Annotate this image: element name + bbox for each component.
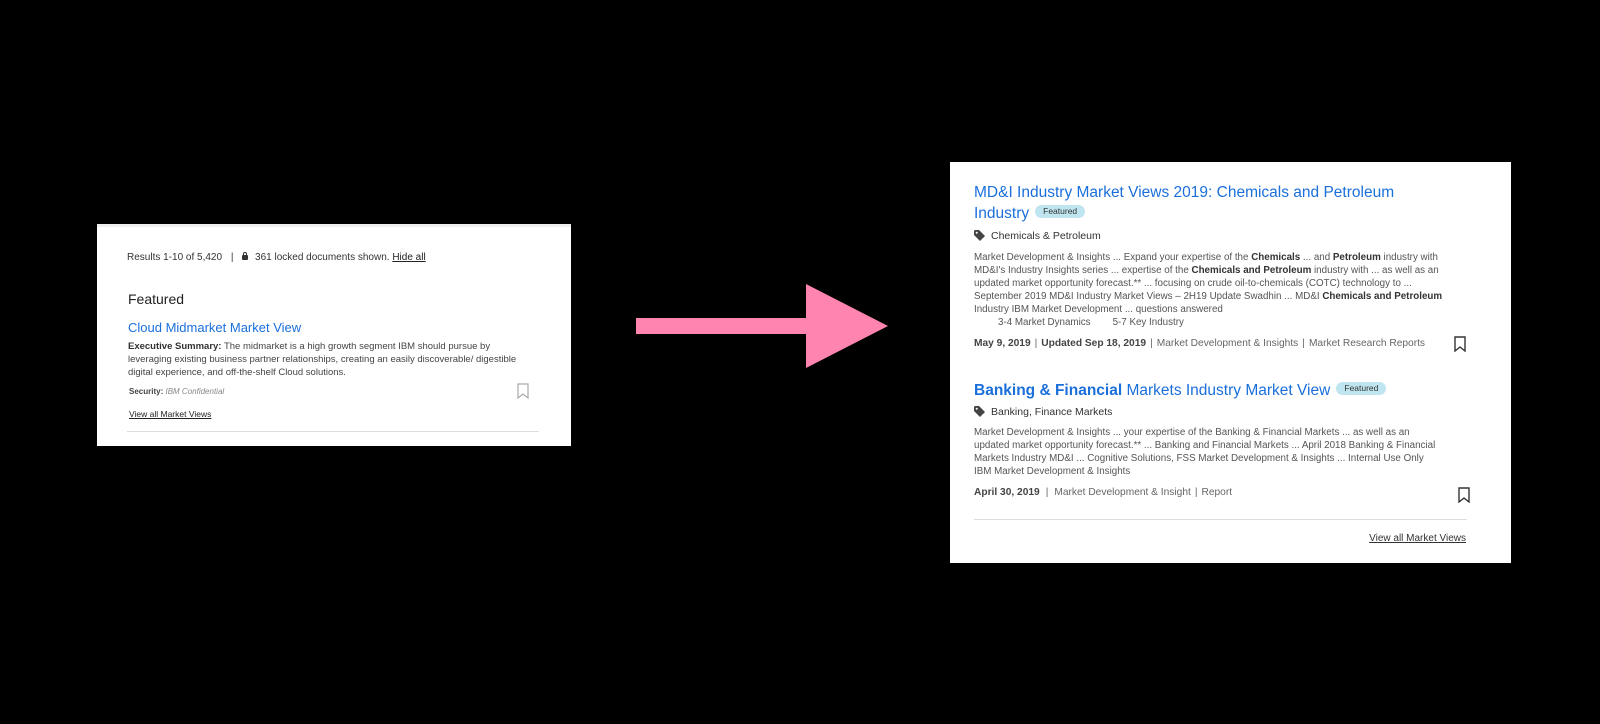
separator: | [230,252,234,263]
security-line: Security: IBM Confidential [129,387,224,396]
snippet-text: Industry IBM Market Development ... ques… [974,304,1223,315]
arrow-right-icon [636,284,888,373]
divider [974,519,1467,520]
featured-badge: Featured [1336,382,1387,396]
results-summary: Results 1-10 of 5,420 | 361 locked docum… [127,252,426,263]
snippet-highlight: Chemicals and Petroleum [1191,265,1312,276]
snippet-section: 3-4 Market Dynamics [998,317,1091,328]
card-title-link[interactable]: Cloud Midmarket Market View [128,320,301,335]
result-title-bold: Banking & Financial [974,382,1123,399]
result-title: Banking & Financial Markets Industry Mar… [974,380,1387,401]
security-label: Security: [129,387,164,396]
results-count: Results 1-10 of 5,420 [127,252,223,263]
security-value: IBM Confidential [165,387,225,396]
bookmark-icon[interactable] [517,383,529,404]
view-all-market-views-link[interactable]: View all Market Views [1369,533,1466,544]
snippet-text: Market Development & Insights ... Expand… [974,252,1252,263]
bookmark-icon[interactable] [1454,336,1466,357]
result-meta: April 30, 2019 | Market Development & Insi… [974,487,1232,498]
snippet-highlight: Petroleum [1332,252,1381,263]
result-type[interactable]: Report [1201,487,1232,498]
tag-row: Chemicals & Petroleum [974,230,1101,242]
lock-icon [242,252,249,260]
separator: | [1150,338,1153,349]
separator: | [1034,338,1038,349]
result-snippet: Market Development & Insights ... Expand… [974,251,1444,329]
old-results-panel: Results 1-10 of 5,420 | 361 locked docum… [97,224,571,446]
result-meta: May 9, 2019 | Updated Sep 18, 2019 | Market … [974,338,1425,349]
divider [127,431,539,432]
hide-all-link[interactable]: Hide all [392,252,425,263]
tag-icon [974,230,985,241]
snippet-highlight: Chemicals [1251,252,1301,263]
bookmark-icon[interactable] [1458,487,1470,508]
result-title-link[interactable]: Banking & Financial Markets Industry Mar… [974,382,1330,399]
result-title-rest: Markets Industry Market View [1126,382,1331,399]
result-updated: Updated Sep 18, 2019 [1041,338,1147,349]
locked-count: 361 locked documents shown. [255,252,390,263]
snippet-section: 5-7 Key Industry [1112,317,1184,328]
result-source[interactable]: Market Development & Insight [1054,487,1190,498]
featured-badge: Featured [1035,205,1086,219]
result-title: MD&I Industry Market Views 2019: Chemica… [974,182,1434,224]
snippet-sections: 3-4 Market Dynamics 5-7 Key Industry [974,316,1444,329]
tag-label[interactable]: Chemicals & Petroleum [991,230,1101,242]
new-results-panel: MD&I Industry Market Views 2019: Chemica… [950,162,1511,563]
tag-label[interactable]: Banking, Finance Markets [991,406,1112,418]
result-snippet: Market Development & Insights ... your e… [974,427,1436,477]
snippet-highlight: Chemicals and Petroleum [1322,291,1443,302]
separator: | [1194,487,1198,498]
summary-label: Executive Summary: [128,341,222,352]
featured-heading: Featured [128,291,185,307]
separator: | [1045,487,1049,498]
tag-row: Banking, Finance Markets [974,406,1112,418]
separator: | [1302,338,1305,349]
view-all-market-views-link[interactable]: View all Market Views [129,409,211,419]
result-date: April 30, 2019 [974,487,1040,498]
result-type[interactable]: Market Research Reports [1309,338,1425,349]
tag-icon [974,406,985,417]
result-date: May 9, 2019 [974,338,1031,349]
result-source[interactable]: Market Development & Insights [1157,338,1299,349]
snippet-text: ... and [1300,252,1333,263]
card-summary: Executive Summary: The midmarket is a hi… [128,340,518,379]
